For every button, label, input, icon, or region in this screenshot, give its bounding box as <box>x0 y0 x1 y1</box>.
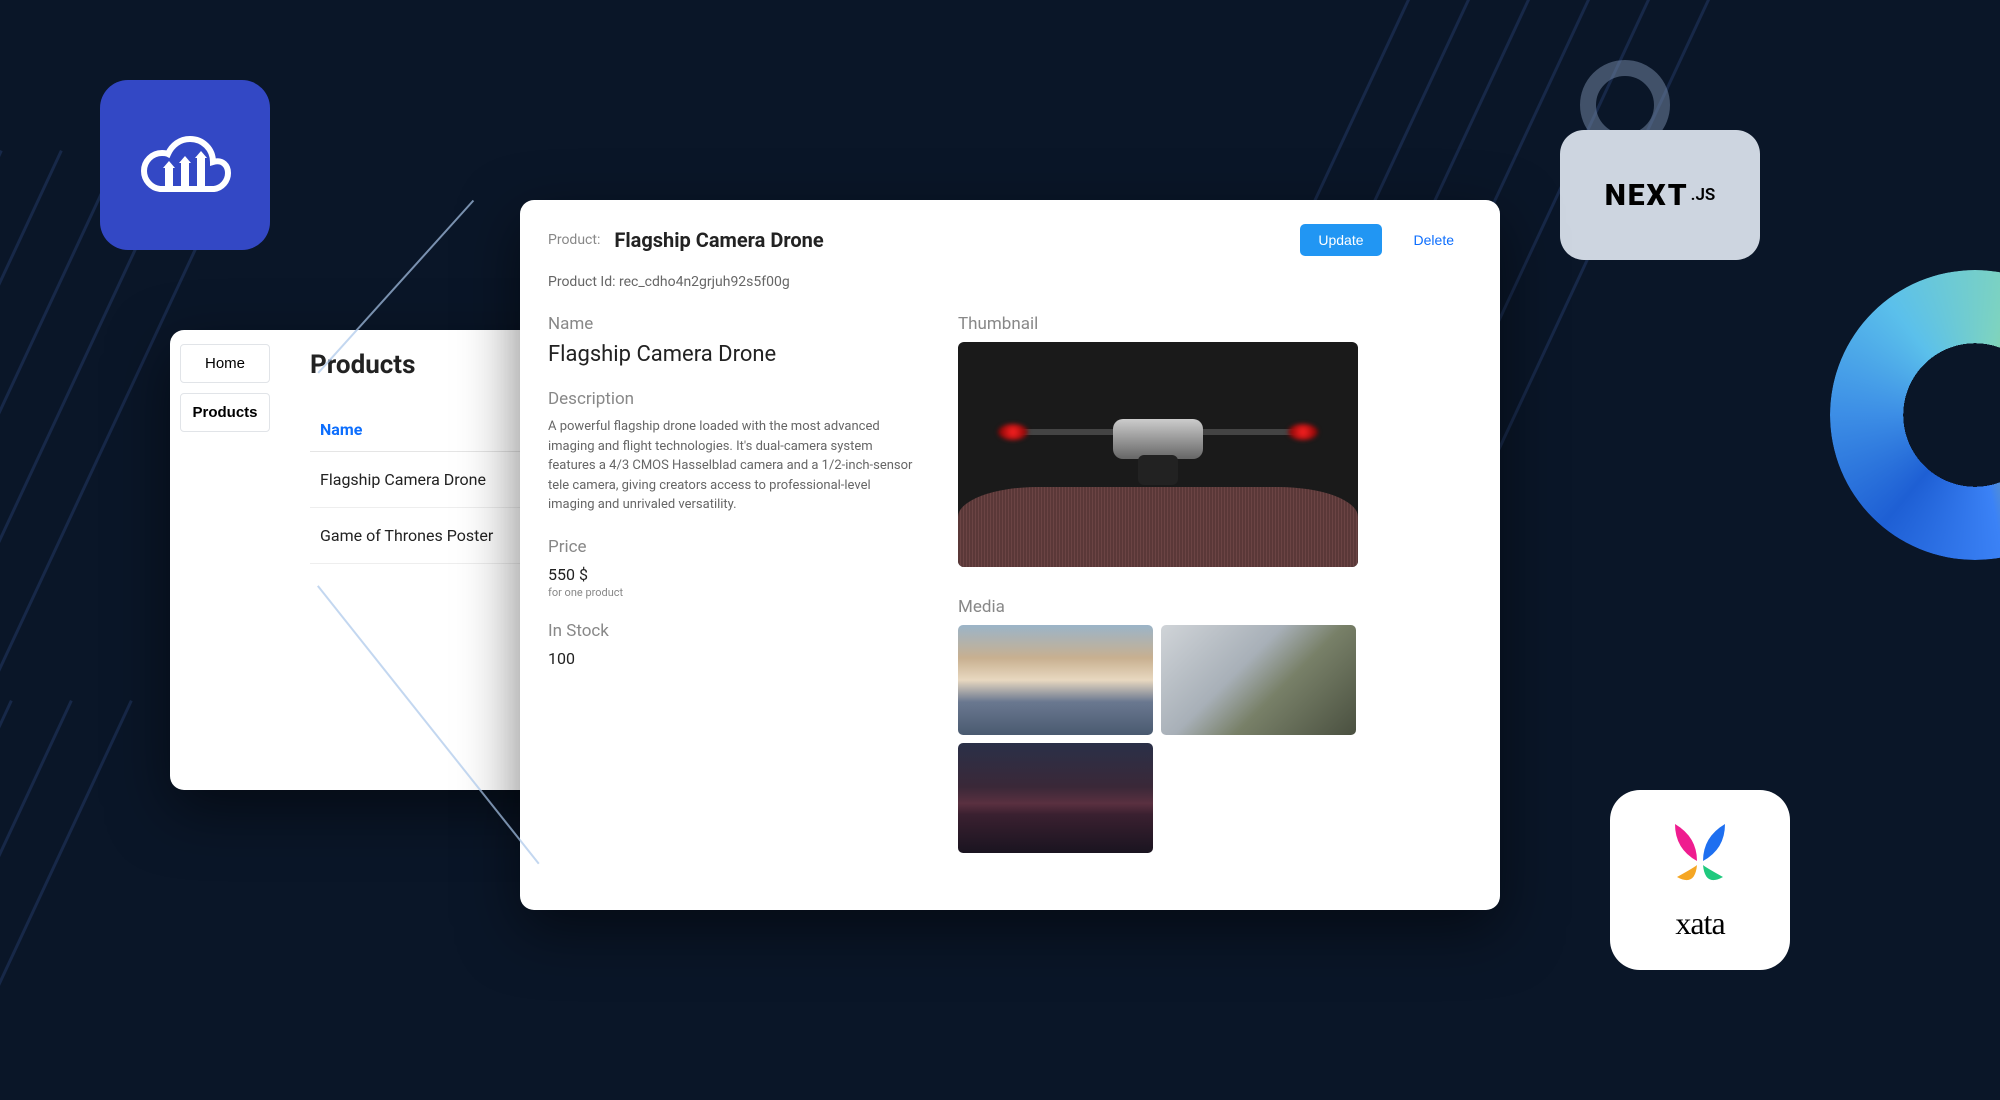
delete-button[interactable]: Delete <box>1396 224 1472 256</box>
thumbnail-image[interactable] <box>958 342 1358 567</box>
nav-home-button[interactable]: Home <box>180 344 270 383</box>
xata-label: xata <box>1675 905 1724 942</box>
description-label: Description <box>548 389 918 409</box>
thumbnail-label: Thumbnail <box>958 314 1472 334</box>
xata-icon <box>1655 819 1745 899</box>
product-title: Flagship Camera Drone <box>614 228 823 252</box>
nextjs-suffix: .JS <box>1691 185 1716 205</box>
name-label: Name <box>548 314 918 334</box>
price-label: Price <box>548 537 918 557</box>
xata-badge: xata <box>1610 790 1790 970</box>
nav-products-button[interactable]: Products <box>180 393 270 432</box>
cloudinary-badge <box>100 80 270 250</box>
sidebar-nav: Home Products <box>170 330 280 790</box>
cloudinary-icon <box>135 130 235 200</box>
price-subtitle: for one product <box>548 586 918 599</box>
update-button[interactable]: Update <box>1300 224 1381 256</box>
name-value: Flagship Camera Drone <box>548 342 918 367</box>
media-item[interactable] <box>958 743 1153 853</box>
nextjs-label: NEXT <box>1605 178 1689 213</box>
product-prefix-label: Product: <box>548 232 600 248</box>
media-item[interactable] <box>958 625 1153 735</box>
media-label: Media <box>958 597 1472 617</box>
media-item[interactable] <box>1161 625 1356 735</box>
stock-value: 100 <box>548 649 918 668</box>
price-value: 550 $ <box>548 565 918 584</box>
product-detail-card: Product: Flagship Camera Drone Update De… <box>520 200 1500 910</box>
nextjs-badge: NEXT.JS <box>1560 130 1760 260</box>
stock-label: In Stock <box>548 621 918 641</box>
product-id-label: Product Id: rec_cdho4n2grjuh92s5f00g <box>548 274 1472 290</box>
description-text: A powerful flagship drone loaded with th… <box>548 417 918 515</box>
media-grid <box>958 625 1472 853</box>
